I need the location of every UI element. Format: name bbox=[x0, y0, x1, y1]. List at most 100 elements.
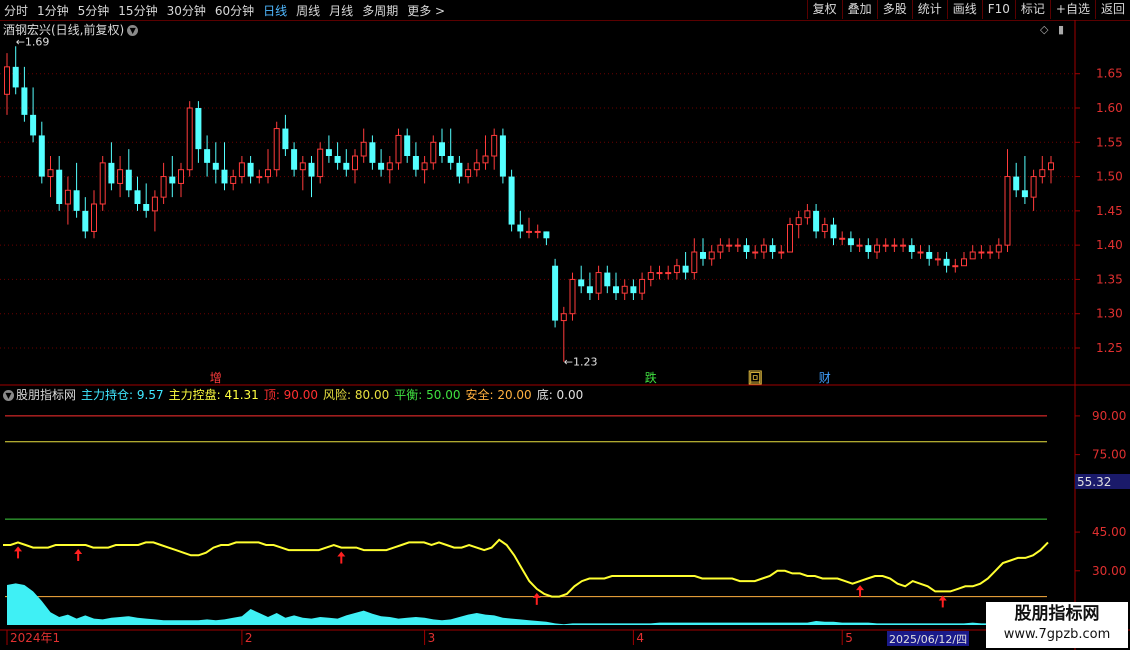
price-tick-label: 1.30 bbox=[1096, 307, 1123, 321]
candle-body bbox=[334, 156, 341, 163]
candle-body bbox=[613, 286, 619, 294]
price-tick-label: 1.40 bbox=[1096, 238, 1123, 252]
candle bbox=[117, 156, 124, 198]
price-tick-label: 1.55 bbox=[1096, 135, 1123, 149]
candle-body bbox=[847, 238, 854, 246]
candle-body bbox=[639, 278, 646, 294]
candle-body bbox=[99, 162, 106, 205]
candle-body bbox=[64, 189, 71, 205]
price-tick-label: 1.60 bbox=[1096, 101, 1123, 115]
candle-body bbox=[526, 230, 532, 233]
watermark: 股朋指标网 www.7gpzb.com bbox=[986, 602, 1128, 648]
candle bbox=[813, 204, 820, 239]
candle-body bbox=[630, 286, 637, 294]
candle-body bbox=[752, 251, 759, 254]
candle bbox=[47, 156, 54, 198]
candle-body bbox=[169, 176, 176, 184]
buy-arrow-icon bbox=[532, 592, 541, 605]
candle bbox=[517, 210, 524, 239]
candle-body bbox=[117, 169, 124, 184]
candle bbox=[526, 217, 532, 239]
candle-body bbox=[160, 176, 167, 198]
candle-body bbox=[760, 244, 767, 253]
candle bbox=[273, 121, 280, 177]
candle-body bbox=[595, 272, 602, 294]
candle bbox=[847, 231, 854, 252]
candle-body bbox=[534, 230, 541, 233]
arrow-head bbox=[337, 551, 346, 557]
indicator-cursor-value: 55.32 bbox=[1075, 474, 1130, 489]
candle bbox=[465, 162, 472, 184]
candle bbox=[734, 238, 741, 252]
candle bbox=[778, 245, 785, 259]
candle bbox=[456, 156, 463, 184]
candle-body bbox=[38, 135, 45, 177]
candle-body bbox=[734, 244, 741, 247]
candle-body bbox=[56, 169, 63, 204]
candle-body bbox=[882, 244, 889, 247]
candle bbox=[352, 149, 358, 184]
candle bbox=[726, 238, 733, 252]
candle-body bbox=[308, 162, 315, 177]
candle-body bbox=[221, 169, 228, 184]
candle bbox=[30, 87, 37, 143]
candle-body bbox=[926, 252, 933, 259]
candle-body bbox=[265, 169, 271, 178]
candle-body bbox=[447, 156, 454, 163]
candle bbox=[64, 176, 71, 225]
candle-body bbox=[499, 135, 506, 177]
candle bbox=[412, 142, 419, 177]
candle-body bbox=[900, 244, 907, 247]
arrow-head bbox=[532, 592, 541, 598]
candle bbox=[613, 272, 619, 300]
candle bbox=[430, 135, 437, 170]
candle bbox=[4, 53, 10, 115]
candle bbox=[943, 252, 950, 273]
candle bbox=[508, 169, 515, 232]
candle bbox=[499, 128, 506, 184]
candle bbox=[238, 156, 245, 184]
candle bbox=[900, 238, 907, 252]
main-control-line bbox=[3, 538, 1049, 598]
candle bbox=[839, 231, 846, 246]
candle-body bbox=[969, 251, 976, 260]
time-tick-label: 5 bbox=[845, 631, 853, 645]
candle-body bbox=[143, 204, 150, 211]
candle bbox=[534, 224, 541, 239]
candle bbox=[1021, 156, 1028, 204]
candle-body bbox=[395, 134, 402, 164]
candle bbox=[908, 238, 915, 259]
candle-body bbox=[665, 272, 672, 275]
candle bbox=[621, 279, 628, 300]
chart-canvas[interactable]: 1.65 1.60 1.55 1.50 1.45 1.40 1.35 1.30 1.25 ←1.6… bbox=[0, 0, 1130, 650]
candle bbox=[891, 238, 898, 252]
candle bbox=[552, 258, 559, 328]
candle-body bbox=[378, 162, 385, 170]
candle bbox=[647, 265, 654, 287]
candle bbox=[369, 135, 376, 170]
price-tick-label: 1.50 bbox=[1096, 170, 1123, 184]
candle bbox=[673, 258, 680, 280]
candle bbox=[343, 149, 350, 177]
price-tick-label: 1.65 bbox=[1096, 67, 1123, 81]
candle bbox=[1004, 149, 1011, 252]
candle bbox=[821, 217, 828, 239]
candle-body bbox=[21, 87, 28, 115]
candle-body bbox=[412, 156, 419, 170]
candle-body bbox=[404, 135, 411, 156]
candle bbox=[656, 265, 663, 280]
candle-body bbox=[82, 210, 89, 232]
candle-body bbox=[212, 162, 219, 170]
candle bbox=[12, 46, 19, 95]
candle bbox=[569, 272, 576, 321]
candle-body bbox=[586, 286, 593, 294]
candle-body bbox=[987, 251, 994, 254]
candle-body bbox=[421, 162, 428, 171]
candle-body bbox=[839, 237, 846, 240]
candle-body bbox=[656, 272, 663, 275]
indicator-tick-label: 90.00 bbox=[1092, 409, 1126, 423]
candle-body bbox=[325, 149, 332, 156]
candle bbox=[204, 135, 211, 177]
candle bbox=[743, 238, 750, 259]
candle-body bbox=[456, 162, 463, 177]
